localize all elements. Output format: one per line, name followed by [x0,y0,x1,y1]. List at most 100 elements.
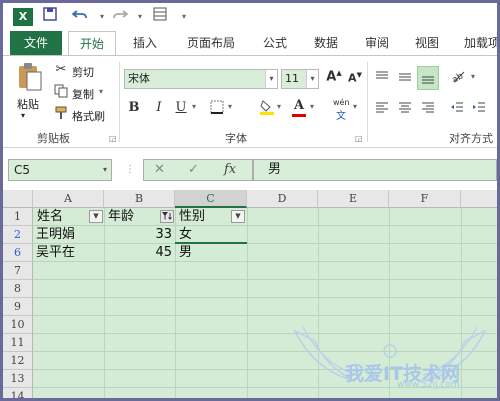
cancel-icon[interactable]: ✕ [154,162,165,177]
table-cell[interactable]: 45 [107,244,174,262]
paste-icon[interactable] [15,62,45,96]
table-cell[interactable]: 王明娟 [36,226,102,244]
font-size-combo[interactable]: 11 ▾ [281,69,319,89]
grow-font-icon[interactable]: A▲ [325,69,343,84]
table-cell[interactable]: 吴平在 [36,244,102,262]
cut-label[interactable]: 剪切 [72,64,94,80]
underline-icon[interactable]: U [173,100,189,115]
row-header[interactable]: 11 [3,334,33,352]
paste-label[interactable]: 粘贴 [17,96,39,112]
align-middle-icon[interactable] [397,70,413,88]
row-header[interactable]: 1 [3,208,33,226]
tab-review[interactable]: 审阅 [357,31,397,55]
tab-page-layout[interactable]: 页面布局 [178,31,244,55]
copy-dropdown-icon[interactable]: ▾ [99,87,103,96]
align-top-icon[interactable] [374,70,390,88]
tab-insert[interactable]: 插入 [125,31,165,55]
header-cell-age[interactable]: 年龄 [108,208,158,226]
increase-indent-icon[interactable] [471,100,487,118]
align-right-icon[interactable] [420,100,436,118]
watermark-url: www.52ij.com [397,380,460,390]
decrease-indent-icon[interactable] [449,100,465,118]
clipboard-launcher-icon[interactable]: ◲ [109,134,117,143]
format-painter-icon[interactable] [53,106,69,124]
formula-input[interactable]: 男 [253,159,497,181]
column-header-partial[interactable] [461,190,497,208]
row-header[interactable]: 14 [3,388,33,398]
header-cell-gender[interactable]: 性别 [179,208,229,226]
phonetic-icon[interactable]: wén [333,98,350,107]
tab-home[interactable]: 开始 [68,31,116,56]
insert-function-icon[interactable]: fx [224,162,236,177]
name-box[interactable]: C5 ▾ [8,159,112,181]
paste-dropdown-icon[interactable]: ▾ [21,111,25,120]
column-header[interactable]: A [33,190,104,208]
row-header[interactable]: 8 [3,280,33,298]
orientation-dropdown-icon[interactable]: ▾ [471,72,475,81]
font-launcher-icon[interactable]: ◲ [355,134,363,143]
border-dropdown-icon[interactable]: ▾ [228,102,232,111]
orientation-icon[interactable]: ab [449,68,467,88]
copy-icon[interactable] [53,84,69,102]
form-icon[interactable] [149,6,171,28]
drag-handle-icon[interactable]: ⋮ [125,164,135,175]
row-header[interactable]: 6 [3,244,33,262]
customize-icon[interactable]: ▾ [173,6,195,28]
undo-icon[interactable] [69,6,91,28]
formula-bar: C5 ▾ ⋮ ✕ ✓ fx 男 [3,148,497,190]
fill-color-dropdown-icon[interactable]: ▾ [277,102,281,111]
table-cell[interactable]: 33 [107,226,174,244]
enter-icon[interactable]: ✓ [188,162,199,177]
filter-dropdown-icon[interactable]: ▼ [89,210,103,223]
column-header[interactable]: C [175,190,247,208]
format-painter-label[interactable]: 格式刷 [72,108,105,124]
filter-active-icon[interactable] [160,210,174,223]
tab-view[interactable]: 视图 [407,31,447,55]
row-header[interactable]: 2 [3,226,33,244]
row-header[interactable]: 10 [3,316,33,334]
grid-line [33,315,497,316]
align-left-icon[interactable] [374,100,390,118]
group-separator [119,62,120,142]
font-name-combo[interactable]: 宋体 ▾ [124,69,278,89]
border-icon[interactable] [208,100,226,118]
chevron-down-icon[interactable]: ▾ [306,70,318,88]
column-header[interactable]: E [318,190,389,208]
bold-icon[interactable]: B [126,100,142,115]
cut-icon[interactable]: ✂ [53,62,69,77]
font-size-value: 11 [285,72,299,85]
tab-formulas[interactable]: 公式 [255,31,295,55]
shrink-font-icon[interactable]: A▼ [346,71,364,85]
chevron-down-icon[interactable]: ▾ [265,70,277,88]
copy-label[interactable]: 复制 [72,86,94,102]
filter-dropdown-icon[interactable]: ▼ [231,210,245,223]
tab-addins[interactable]: 加载项 [458,31,497,55]
row-header[interactable]: 7 [3,262,33,280]
phonetic-dropdown-icon[interactable]: ▾ [353,102,357,111]
italic-icon[interactable]: I [151,100,167,115]
alignment-group-label: 对齐方式 [449,132,493,145]
select-all-corner[interactable] [3,190,33,208]
grid-line [33,243,497,244]
redo-dropdown-icon[interactable]: ▾ [129,6,151,28]
save-icon[interactable] [39,6,61,28]
tab-data[interactable]: 数据 [306,31,346,55]
column-header[interactable]: B [104,190,175,208]
column-header[interactable]: F [389,190,461,208]
tab-file[interactable]: 文件 [10,31,62,55]
table-cell[interactable]: 男 [179,244,245,262]
font-color-icon[interactable]: A [291,98,307,117]
align-bottom-icon[interactable] [417,66,439,90]
row-header[interactable]: 12 [3,352,33,370]
row-header[interactable]: 13 [3,370,33,388]
column-header[interactable]: D [247,190,318,208]
excel-logo-icon: X [13,8,33,26]
align-center-icon[interactable] [397,100,413,118]
underline-dropdown-icon[interactable]: ▾ [192,102,196,111]
fill-color-icon[interactable] [258,99,276,119]
font-color-dropdown-icon[interactable]: ▾ [310,102,314,111]
header-cell-name[interactable]: 姓名 [37,208,87,226]
chevron-down-icon[interactable]: ▾ [103,160,107,180]
row-header[interactable]: 9 [3,298,33,316]
redo-icon[interactable] [109,6,131,28]
